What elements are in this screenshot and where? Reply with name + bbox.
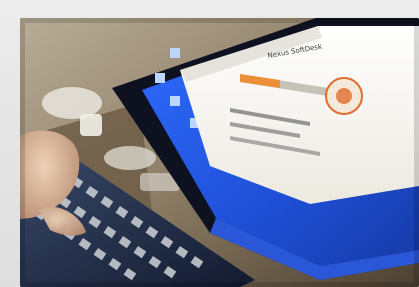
image-frame: Nexus SoftDesk xyxy=(0,0,419,287)
desk-object xyxy=(104,146,156,170)
desk-object xyxy=(80,114,102,136)
photo: Nexus SoftDesk xyxy=(20,18,419,287)
photo-scene: Nexus SoftDesk xyxy=(20,18,419,287)
